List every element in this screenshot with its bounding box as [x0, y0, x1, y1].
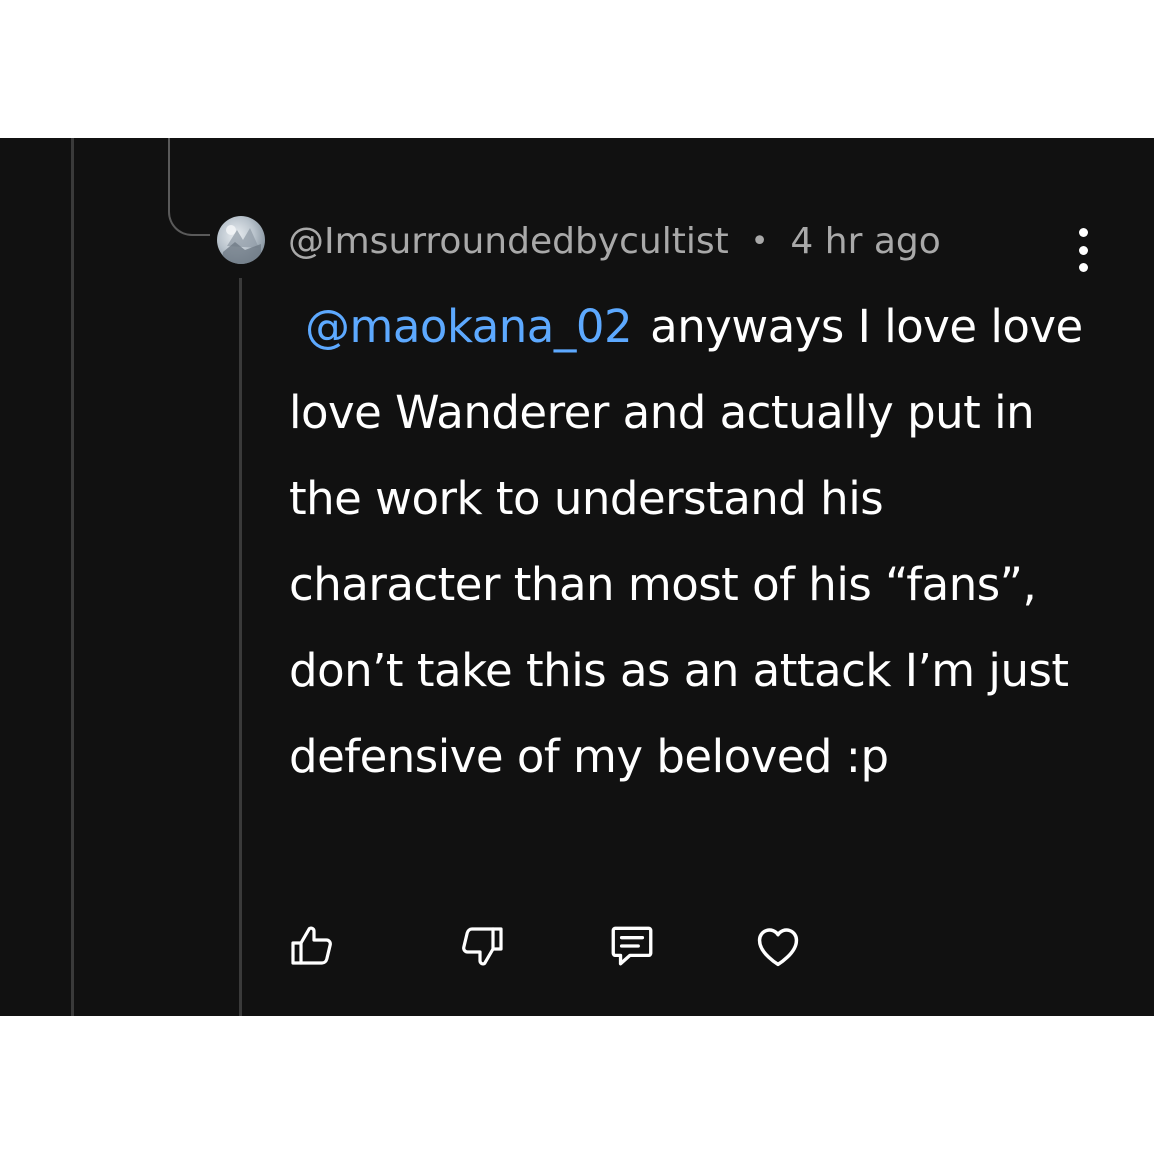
reply-comment-icon[interactable] [606, 920, 658, 972]
timestamp: 4 hr ago [790, 220, 941, 262]
username-link[interactable]: @Imsurroundedbycultist [288, 221, 729, 262]
more-vertical-icon[interactable] [1068, 228, 1098, 272]
comment-meta: @Imsurroundedbycultist • 4 hr ago [288, 218, 941, 264]
thread-connector [168, 138, 210, 236]
comment-text: anyways I love love love Wanderer and ac… [289, 300, 1083, 783]
comment-actions [286, 920, 846, 972]
thumbs-down-icon[interactable] [456, 920, 508, 972]
mention-link[interactable]: @maokana_02 [305, 300, 633, 353]
meta-separator: • [750, 223, 769, 259]
thread-line-outer [71, 138, 74, 1016]
comment-body: @maokana_02 anyways I love love love Wand… [289, 284, 1089, 800]
comment-panel: @Imsurroundedbycultist • 4 hr ago @maoka… [0, 138, 1154, 1016]
thread-line-inner [239, 278, 242, 1016]
thumbs-up-icon[interactable] [286, 920, 338, 972]
avatar[interactable] [217, 216, 265, 264]
heart-icon[interactable] [752, 920, 804, 972]
